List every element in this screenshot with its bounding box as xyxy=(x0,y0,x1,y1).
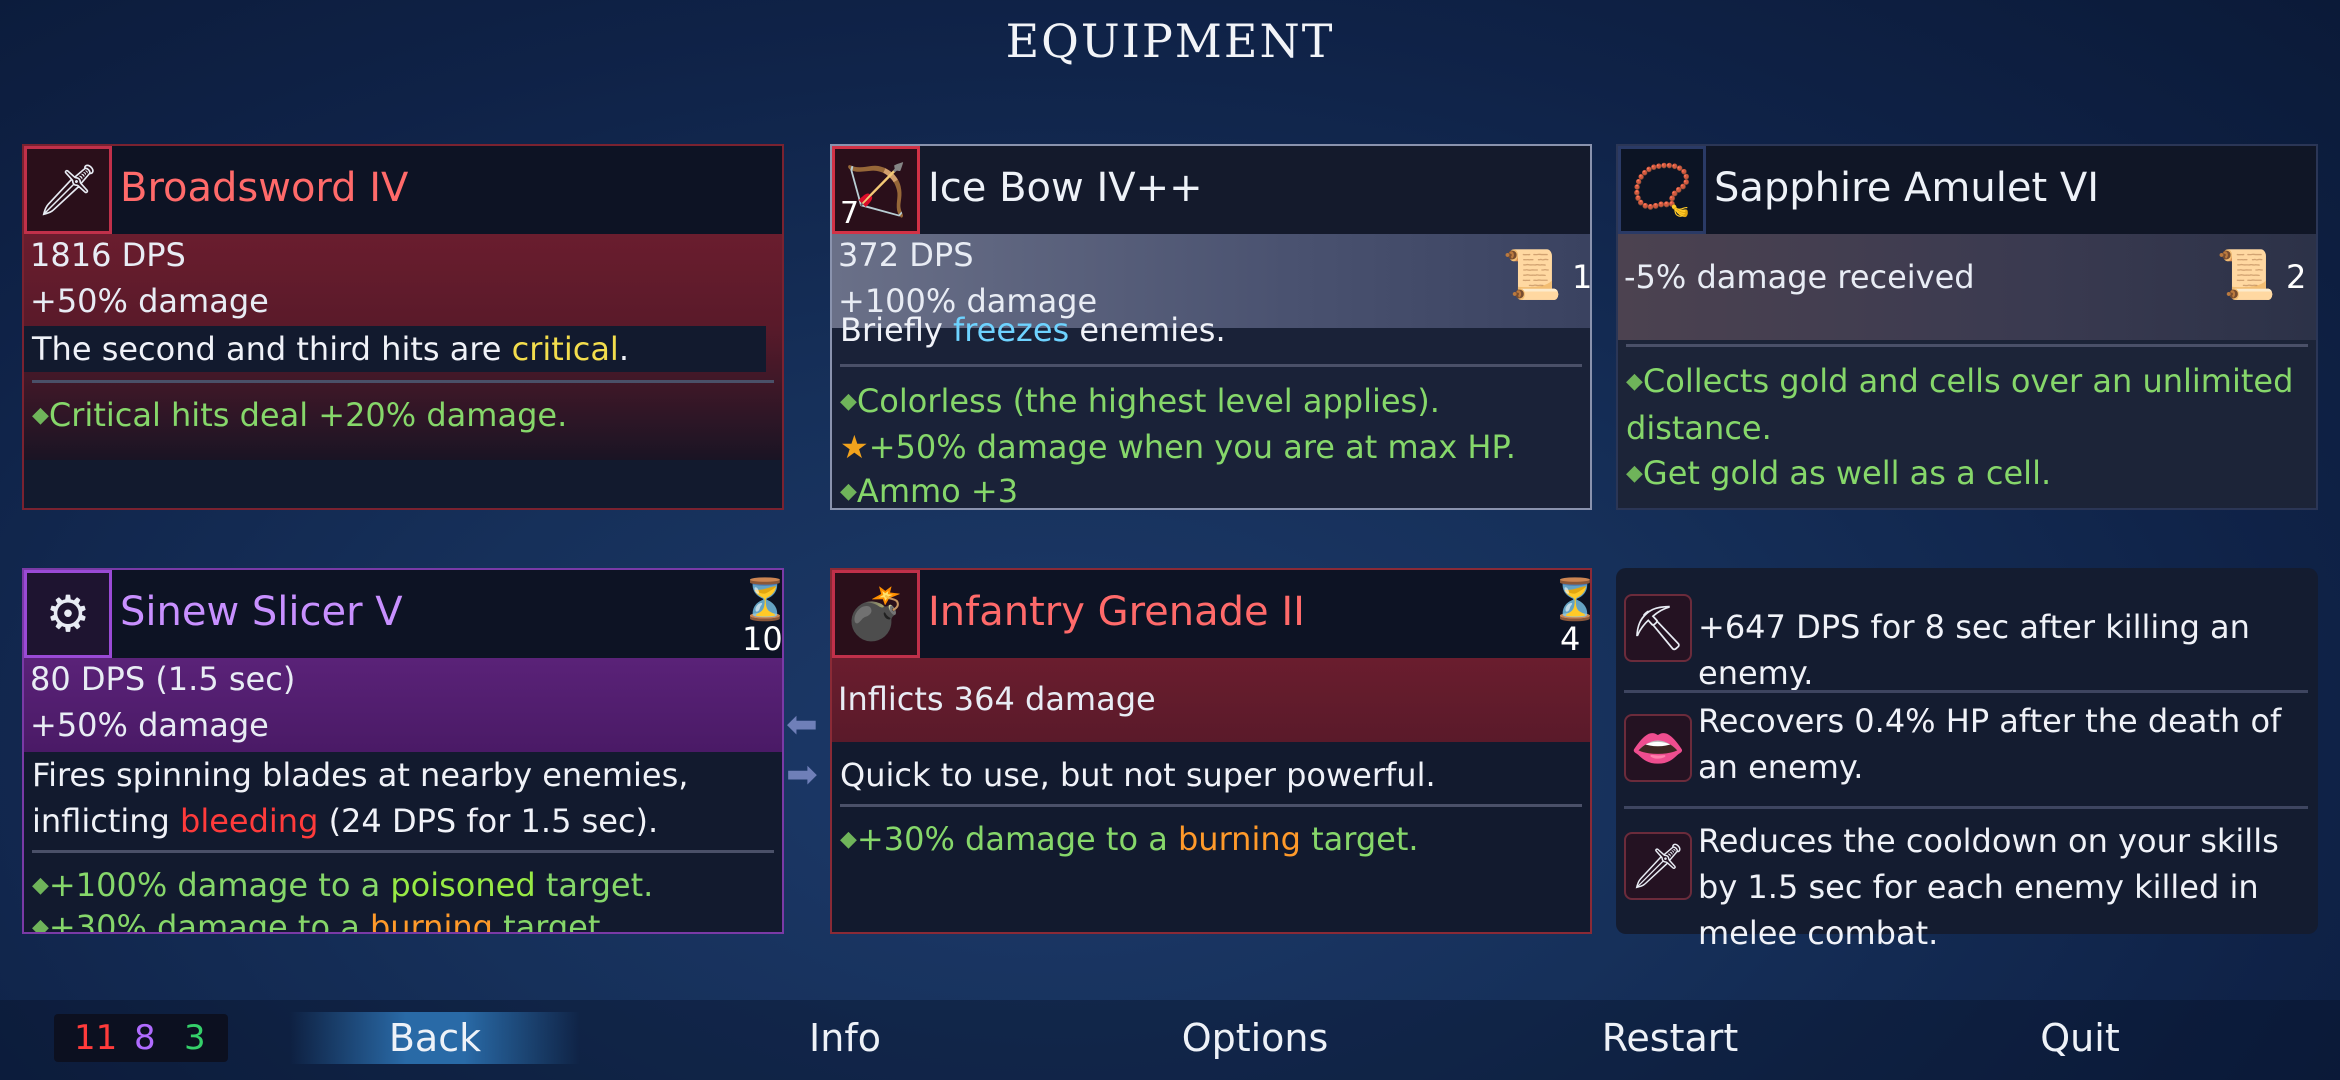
quit-button[interactable]: Quit xyxy=(2010,1012,2150,1064)
mutations-panel: ⛏ +647 DPS for 8 sec after killing an en… xyxy=(1616,568,2318,952)
mutation-item[interactable]: 👄 Recovers 0.4% HP after the death of an… xyxy=(1616,698,2318,798)
divider xyxy=(1624,806,2308,809)
mutation-item[interactable]: 🗡 Reduces the cooldown on your skills by… xyxy=(1616,812,2318,952)
weapon-bullet: ◆Critical hits deal +20% damage. xyxy=(32,396,568,434)
divider xyxy=(840,804,1582,807)
mutation-text: Reduces the cooldown on your skills by 1… xyxy=(1698,822,2279,952)
skill-bullet: ◆+100% damage to a poisoned target. xyxy=(32,866,654,904)
divider xyxy=(1626,344,2308,347)
sinew-slicer-card[interactable]: ⚙ Sinew Slicer V ⏳ 10 80 DPS (1.5 sec) +… xyxy=(22,568,784,934)
freeze-keyword: freezes xyxy=(952,311,1070,349)
restart-button[interactable]: Restart xyxy=(1565,1012,1775,1064)
broadsword-card[interactable]: 🗡 Broadsword IV 1816 DPS +50% damage The… xyxy=(22,144,784,510)
amulet-name: Sapphire Amulet VI xyxy=(1714,165,2099,211)
amulet-bullet: ◆Collects gold and cells over an unlimit… xyxy=(1626,362,2294,447)
amulet-stat: -5% damage received xyxy=(1624,258,1975,296)
dps-value: 1816 DPS xyxy=(30,236,186,274)
divider xyxy=(32,380,774,383)
burning-keyword: burning xyxy=(1177,820,1301,858)
skill-description: Fires spinning blades at nearby enemies,… xyxy=(32,756,689,840)
star-icon: ★ xyxy=(840,428,869,466)
damage-value: Inflicts 364 damage xyxy=(838,680,1156,718)
weapon-name: Broadsword IV xyxy=(120,165,409,211)
amulet-icon: 📿 xyxy=(1618,146,1706,234)
ice-bow-card[interactable]: 🏹 7 Ice Bow IV++ 372 DPS +100% damage 📜 … xyxy=(830,144,1592,510)
burning-keyword: burning xyxy=(369,908,493,934)
skill-name: Infantry Grenade II xyxy=(928,589,1305,635)
bullet-icon: ◆ xyxy=(32,915,49,934)
divider xyxy=(840,364,1582,367)
dps-value: 372 DPS xyxy=(838,236,974,274)
critical-keyword: critical xyxy=(511,330,619,368)
poisoned-keyword: poisoned xyxy=(390,866,536,904)
weapon-description: The second and third hits are critical. xyxy=(24,326,766,372)
damage-bonus: +50% damage xyxy=(30,706,269,744)
scroll-icon: 📜 xyxy=(2216,247,2276,303)
mutation-text: Recovers 0.4% HP after the death of an e… xyxy=(1698,702,2282,786)
swap-right-arrow-icon[interactable]: ➡ xyxy=(786,752,818,796)
damage-bonus: +50% damage xyxy=(30,282,269,320)
bullet-icon: ◆ xyxy=(840,479,857,504)
weapon-name: Ice Bow IV++ xyxy=(928,165,1203,211)
grenade-icon: 💣 xyxy=(832,570,920,658)
skill-name: Sinew Slicer V xyxy=(120,589,403,635)
survival-count: 3 xyxy=(184,1018,206,1058)
dps-value: 80 DPS (1.5 sec) xyxy=(30,660,296,698)
level-badge: 7 xyxy=(840,196,860,231)
brutality-count: 11 xyxy=(74,1018,118,1058)
bullet-icon: ◆ xyxy=(1626,461,1643,486)
back-button[interactable]: Back xyxy=(290,1012,580,1064)
weapon-bullet: ◆Ammo +3 xyxy=(840,472,1019,510)
broadsword-icon: 🗡 xyxy=(24,146,112,234)
bullet-icon: ◆ xyxy=(1626,369,1643,394)
options-button[interactable]: Options xyxy=(1155,1012,1355,1064)
hourglass-icon: ⏳ xyxy=(740,576,782,623)
divider xyxy=(1624,690,2308,693)
killer-instinct-icon: ⛏ xyxy=(1624,594,1692,662)
scroll-counters: 11 8 3 xyxy=(54,1014,228,1062)
page-title: EQUIPMENT xyxy=(1005,14,1335,68)
weapon-bullet: ★+50% damage when you are at max HP. xyxy=(840,428,1516,466)
dagger-icon: 🗡 xyxy=(1624,832,1692,900)
divider xyxy=(32,850,774,853)
cooldown-value: 10 xyxy=(742,620,783,658)
info-button[interactable]: Info xyxy=(760,1012,930,1064)
scroll-icon: 📜 xyxy=(1502,247,1562,303)
bullet-icon: ◆ xyxy=(840,827,857,852)
weapon-bullet: ◆Colorless (the highest level applies). xyxy=(840,382,1440,420)
weapon-description: Briefly freezes enemies. xyxy=(840,311,1226,349)
mutation-text: +647 DPS for 8 sec after killing an enem… xyxy=(1698,608,2250,692)
mutation-item[interactable]: ⛏ +647 DPS for 8 sec after killing an en… xyxy=(1616,578,2318,692)
amulet-card[interactable]: 📿 Sapphire Amulet VI -5% damage received… xyxy=(1616,144,2318,510)
cooldown-value: 4 xyxy=(1560,620,1581,658)
infantry-grenade-card[interactable]: 💣 Infantry Grenade II ⏳ 4 Inflicts 364 d… xyxy=(830,568,1592,934)
amulet-bullet: ◆Get gold as well as a cell. xyxy=(1626,454,2052,492)
swap-left-arrow-icon[interactable]: ⬅ xyxy=(786,702,818,746)
bullet-icon: ◆ xyxy=(32,873,49,898)
tactics-count: 8 xyxy=(134,1018,156,1058)
scroll-count: 1 xyxy=(1572,258,1592,296)
skill-bullet: ◆+30% damage to a burning target. xyxy=(32,904,770,934)
skill-description: Quick to use, but not super powerful. xyxy=(840,756,1436,794)
skill-bullet: ◆+30% damage to a burning target. xyxy=(840,820,1419,858)
bullet-icon: ◆ xyxy=(840,389,857,414)
hourglass-icon: ⏳ xyxy=(1550,576,1590,623)
bleeding-keyword: bleeding xyxy=(180,802,319,840)
vampire-mouth-icon: 👄 xyxy=(1624,714,1692,782)
scroll-count: 2 xyxy=(2286,258,2307,296)
sinew-slicer-icon: ⚙ xyxy=(24,570,112,658)
bullet-icon: ◆ xyxy=(32,403,49,428)
